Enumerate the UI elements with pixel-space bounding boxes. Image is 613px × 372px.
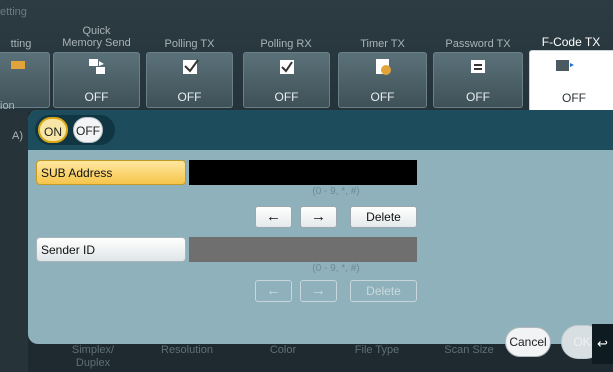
sender-id-button[interactable]: Sender ID xyxy=(36,237,186,262)
sub-address-button[interactable]: SUB Address xyxy=(36,160,186,185)
off-button[interactable]: OFF xyxy=(73,117,103,143)
tab-status: OFF xyxy=(466,90,490,104)
timer-tx-button[interactable]: OFF xyxy=(338,52,427,108)
left-edge-panel xyxy=(0,112,28,372)
panel-header: ON OFF xyxy=(28,110,613,150)
tab-label: F-Code TX xyxy=(541,35,601,49)
tab-label: Polling TX xyxy=(164,38,215,50)
quick-memory-send-icon xyxy=(88,59,105,74)
tab-status: OFF xyxy=(274,90,299,104)
tab-f-code-tx[interactable]: F-Code TX OFF xyxy=(529,0,613,112)
polling-tx-button[interactable]: OFF xyxy=(146,52,233,108)
tab-polling-rx[interactable]: Polling RX OFF xyxy=(240,0,332,112)
tab-polling-tx[interactable]: Polling TX OFF xyxy=(146,0,233,112)
cursor-left-button-disabled: ← xyxy=(255,280,292,302)
cursor-right-button[interactable]: → xyxy=(300,206,337,228)
cursor-right-button-disabled: → xyxy=(300,280,337,302)
f-code-panel: ON OFF SUB Address (0 - 9, *, #) ← → Del… xyxy=(28,110,613,344)
polling-rx-button[interactable]: OFF xyxy=(243,52,330,108)
on-button[interactable]: ON xyxy=(38,117,68,143)
delete-button-disabled: Delete xyxy=(350,280,417,302)
password-tx-icon xyxy=(471,60,485,73)
tab-password-tx[interactable]: Password TX OFF xyxy=(433,0,523,112)
tab-status: OFF xyxy=(562,91,586,105)
tab-status: OFF xyxy=(370,90,395,104)
tab-status: OFF xyxy=(177,90,202,104)
sender-id-hint: (0 - 9, *, #) xyxy=(312,263,360,274)
sub-address-field[interactable] xyxy=(189,160,417,185)
left-edge-label: A) xyxy=(12,130,23,142)
tab-label: tting xyxy=(10,38,32,50)
sender-id-field[interactable] xyxy=(189,237,417,262)
tab-status: OFF xyxy=(84,90,109,104)
f-code-tx-button[interactable]: OFF xyxy=(529,50,613,112)
timer-tx-icon xyxy=(375,59,391,75)
tab-label: Password TX xyxy=(445,38,511,50)
tab-label: Quick Memory Send xyxy=(62,25,131,49)
bottom-tab-resolution[interactable]: Resolution xyxy=(152,344,222,357)
bottom-tab-simplex-duplex[interactable]: Simplex/ Duplex xyxy=(58,344,128,370)
quick-memory-send-button[interactable]: OFF xyxy=(53,52,140,108)
partial-icon xyxy=(11,61,25,69)
cancel-button[interactable]: Cancel xyxy=(505,327,551,357)
cursor-left-button[interactable]: ← xyxy=(255,206,292,228)
tab-timer-tx[interactable]: Timer TX OFF xyxy=(338,0,427,112)
left-edge-label: ion xyxy=(0,100,15,112)
on-off-toggle[interactable]: ON OFF xyxy=(35,115,115,145)
password-tx-button[interactable]: OFF xyxy=(433,52,523,108)
tab-quick-memory-send[interactable]: Quick Memory Send OFF xyxy=(53,0,140,112)
back-arrow-icon[interactable]: ↩ xyxy=(592,324,613,364)
bottom-tab-scan-size[interactable]: Scan Size xyxy=(434,344,504,357)
polling-tx-icon xyxy=(182,59,199,74)
bottom-tab-color[interactable]: Color xyxy=(248,344,318,357)
sub-address-hint: (0 - 9, *, #) xyxy=(312,186,360,197)
bottom-tab-file-type[interactable]: File Type xyxy=(342,344,412,357)
tab-label: Polling RX xyxy=(260,38,312,50)
tab-label: Timer TX xyxy=(360,38,405,50)
f-code-tx-icon xyxy=(556,60,575,71)
delete-button[interactable]: Delete xyxy=(350,206,417,228)
tab-partial[interactable]: tting xyxy=(0,0,50,112)
polling-rx-icon xyxy=(279,60,294,74)
